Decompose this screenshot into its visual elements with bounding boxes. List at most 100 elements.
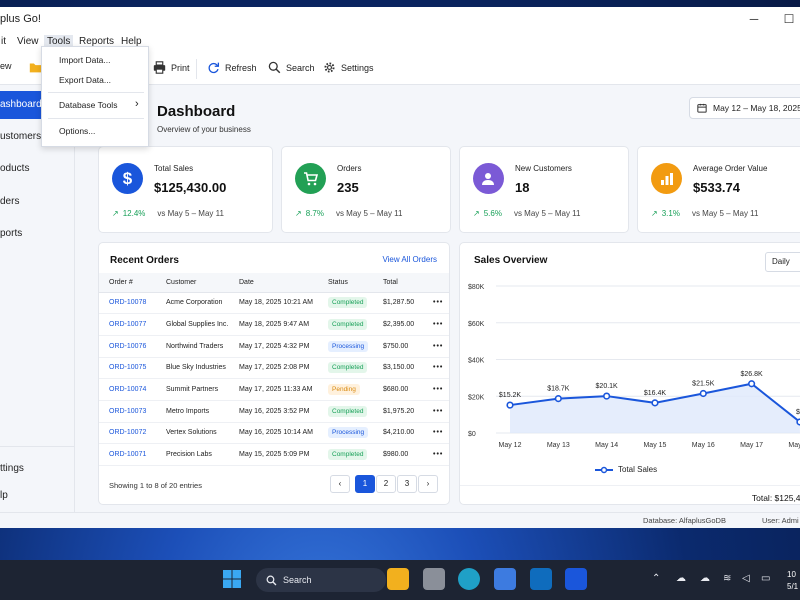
store-icon[interactable] [494,568,516,590]
print-button[interactable]: Print [153,61,190,74]
alfaplus-app-icon[interactable] [565,568,587,590]
sidebar-item-products[interactable]: oducts [0,155,75,183]
more-options-icon[interactable]: ••• [433,408,443,415]
wifi-icon[interactable]: ≋ [723,573,731,584]
table-row[interactable]: ORD-10076 Northwind Traders May 17, 2025 4… [99,335,449,358]
refresh-button[interactable]: Refresh [207,61,257,74]
sidebar-item-settings[interactable]: ttings [0,455,75,483]
table-row[interactable]: ORD-10078 Acme Corporation May 18, 2025 10… [99,292,449,315]
menu-item-import-data[interactable]: Import Data... [59,55,111,65]
column-header[interactable]: Customer [156,273,229,293]
table-row[interactable]: ORD-10074 Summit Partners May 17, 2025 11:… [99,378,449,401]
onedrive-icon[interactable]: ☁ [700,573,710,584]
status-badge: Processing [328,340,369,352]
page-3-button[interactable]: 3 [397,475,417,493]
taskbar-search[interactable]: Search [256,568,386,592]
refresh-label: Refresh [225,62,257,73]
order-id-link[interactable]: ORD-10074 [99,378,156,401]
sidebar-divider [0,446,75,447]
stat-compare: vs May 5 – May 11 [691,209,759,218]
more-options-icon[interactable]: ••• [433,451,443,458]
start-button[interactable] [221,568,243,590]
data-label: $20.1K [596,383,619,390]
stat-percent: 8.7% [305,209,324,218]
column-header[interactable]: Order # [99,273,156,293]
edge-browser-icon[interactable] [458,568,480,590]
orders-table: Order # Customer Date Status Total ORD-1… [99,273,449,466]
menu-divider [48,92,144,93]
order-date: May 17, 2025 4:32 PM [229,335,318,358]
status-badge: Completed [328,319,368,331]
table-row[interactable]: ORD-10072 Vertex Solutions May 16, 2025 10… [99,422,449,445]
task-view-icon[interactable] [423,568,445,590]
order-id-link[interactable]: ORD-10076 [99,335,156,358]
table-row[interactable]: ORD-10075 Blue Sky Industries May 17, 2025… [99,357,449,380]
menu-view[interactable]: View [14,35,42,48]
row-actions: ••• [423,422,449,445]
menu-item-database-tools[interactable]: Database Tools [59,100,117,110]
menu-edit[interactable]: it [0,35,9,48]
sidebar-item-reports[interactable]: ports [0,220,75,248]
view-all-orders-link[interactable]: View All Orders [382,255,437,264]
sidebar-item-orders[interactable]: ders [0,188,75,216]
x-tick-label: May 17 [740,442,763,449]
tools-menu-dropdown: Import Data... Export Data... Database T… [41,46,149,147]
window-title: plus Go! [0,13,41,25]
page-1-button[interactable]: 1 [355,475,375,493]
chevron-up-icon[interactable]: ⌃ [652,573,660,584]
settings-button[interactable]: Settings [323,61,374,74]
page-next-button[interactable]: › [418,475,438,493]
order-total: $3,150.00 [373,357,423,380]
stat-compare: vs May 5 – May 11 [513,209,581,218]
sidebar-item-help[interactable]: lp [0,482,75,510]
clock-time: 10 [787,570,796,579]
taskbar-clock[interactable]: 10 5/1 [787,569,798,593]
stat-percent: 3.1% [661,209,680,218]
file-explorer-icon[interactable] [387,568,409,590]
more-options-icon[interactable]: ••• [433,429,443,436]
x-tick-label: May 14 [595,442,618,449]
search-icon [268,61,281,74]
more-options-icon[interactable]: ••• [433,386,443,393]
stat-trend: ↗ 3.1% vs May 5 – May 11 [651,209,758,218]
new-button[interactable]: ew [0,61,12,71]
status-badge: Pending [328,384,360,396]
search-button[interactable]: Search [268,61,315,74]
row-actions: ••• [423,378,449,401]
menu-item-export-data[interactable]: Export Data... [59,75,111,85]
order-status: Completed [318,357,373,380]
page-prev-button[interactable]: ‹ [330,475,350,493]
table-row[interactable]: ORD-10073 Metro Imports May 16, 2025 3:52 … [99,400,449,423]
more-options-icon[interactable]: ••• [433,299,443,306]
row-actions: ••• [423,335,449,358]
outlook-icon[interactable] [530,568,552,590]
search-icon [266,575,277,585]
maximize-button[interactable]: ☐ [780,10,798,28]
order-id-link[interactable]: ORD-10071 [99,443,156,466]
more-options-icon[interactable]: ••• [433,364,443,371]
minimize-button[interactable]: ─ [745,10,763,28]
more-options-icon[interactable]: ••• [433,321,443,328]
order-id-link[interactable]: ORD-10075 [99,357,156,380]
column-header[interactable]: Total [373,273,423,293]
more-options-icon[interactable]: ••• [433,343,443,350]
order-total: $750.00 [373,335,423,358]
period-select[interactable]: Daily [765,252,800,272]
menu-item-options[interactable]: Options... [59,126,95,136]
cloud-icon[interactable]: ☁ [676,573,686,584]
page-subtitle: Overview of your business [157,125,251,134]
volume-icon[interactable]: ◁ [742,573,750,584]
table-row[interactable]: ORD-10077 Global Supplies Inc. May 18, 202… [99,313,449,336]
sales-overview-title: Sales Overview [474,255,548,266]
table-row[interactable]: ORD-10071 Precision Labs May 15, 2025 5:09… [99,443,449,466]
order-id-link[interactable]: ORD-10077 [99,313,156,336]
column-header[interactable]: Date [229,273,318,293]
main-content: Dashboard Overview of your business May … [75,85,800,515]
battery-icon[interactable]: ▭ [761,573,770,584]
date-range-picker[interactable]: May 12 – May 18, 2025 [689,97,800,119]
order-id-link[interactable]: ORD-10072 [99,422,156,445]
order-id-link[interactable]: ORD-10078 [99,292,156,315]
page-2-button[interactable]: 2 [376,475,396,493]
column-header[interactable]: Status [318,273,373,293]
order-id-link[interactable]: ORD-10073 [99,400,156,423]
